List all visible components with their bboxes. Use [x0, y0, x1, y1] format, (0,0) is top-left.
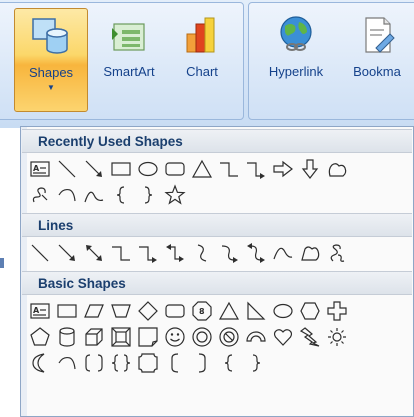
no-symbol-icon[interactable] [217, 325, 241, 349]
hyperlink-button[interactable]: Hyperlink [254, 8, 338, 112]
right-brace-icon[interactable] [136, 183, 160, 207]
curved-double-arrow-connector-icon[interactable] [244, 241, 268, 265]
chart-label: Chart [186, 64, 218, 79]
ribbon: Shapes ▼ SmartArt Chart Hyperlink Bookma [0, 0, 414, 128]
can-icon[interactable] [55, 325, 79, 349]
down-arrow-icon[interactable] [298, 157, 322, 181]
lightning-bolt-icon[interactable] [298, 325, 322, 349]
smartart-icon [112, 23, 145, 51]
triangle-icon[interactable] [217, 299, 241, 323]
shape-row: A [28, 157, 349, 181]
svg-text:8: 8 [199, 307, 205, 316]
freeform-squiggle-icon[interactable] [28, 183, 52, 207]
arrow-line-icon[interactable] [55, 241, 79, 265]
double-arrow-line-icon[interactable] [82, 241, 106, 265]
plaque-icon[interactable] [136, 351, 160, 375]
right-bracket-icon[interactable] [190, 351, 214, 375]
oval-icon[interactable] [271, 299, 295, 323]
right-triangle-icon[interactable] [244, 299, 268, 323]
line-icon[interactable] [28, 241, 52, 265]
left-brace-icon[interactable] [109, 183, 133, 207]
hyperlink-label: Hyperlink [268, 64, 324, 79]
elbow-double-arrow-connector-icon[interactable] [163, 241, 187, 265]
bookmark-button[interactable]: Bookma [340, 8, 414, 112]
freeform-curve-icon[interactable] [82, 183, 106, 207]
trapezoid-icon[interactable] [109, 299, 133, 323]
elbow-connector-icon[interactable] [217, 157, 241, 181]
diamond-icon[interactable] [136, 299, 160, 323]
moon-icon[interactable] [28, 351, 52, 375]
scribble-icon[interactable] [325, 241, 349, 265]
shape-row [28, 241, 349, 265]
shape-row: A8 [28, 299, 349, 323]
shapes-gallery: Recently Used Shapes A Lines Basic Shapes A 8 [20, 126, 414, 417]
rounded-rectangle-icon[interactable] [163, 299, 187, 323]
bevel-icon[interactable] [109, 325, 133, 349]
right-brace-icon[interactable] [244, 351, 268, 375]
left-brace-icon[interactable] [217, 351, 241, 375]
svg-text:A: A [33, 306, 40, 315]
shapes-label: Shapes [28, 65, 74, 80]
section-header: Lines [22, 213, 412, 237]
arrow-line-icon[interactable] [82, 157, 106, 181]
document-edge [0, 128, 20, 417]
hexagon-icon[interactable] [298, 299, 322, 323]
smiley-face-icon[interactable] [163, 325, 187, 349]
elbow-arrow-connector-icon[interactable] [244, 157, 268, 181]
cube-icon[interactable] [82, 325, 106, 349]
pentagon-icon[interactable] [28, 325, 52, 349]
sun-icon[interactable] [325, 325, 349, 349]
elbow-connector-icon[interactable] [109, 241, 133, 265]
star-icon[interactable] [163, 183, 187, 207]
bookmark-icon [365, 17, 395, 53]
bookmark-label: Bookma [353, 64, 401, 79]
arc-icon[interactable] [55, 351, 79, 375]
double-brace-icon[interactable] [109, 351, 133, 375]
oval-icon[interactable] [136, 157, 160, 181]
folded-corner-icon[interactable] [136, 325, 160, 349]
chart-icon [186, 17, 215, 53]
svg-text:A: A [33, 164, 40, 173]
donut-icon[interactable] [190, 325, 214, 349]
rectangle-icon[interactable] [55, 299, 79, 323]
elbow-arrow-connector-icon[interactable] [136, 241, 160, 265]
block-arc-icon[interactable] [244, 325, 268, 349]
cross-icon[interactable] [325, 299, 349, 323]
triangle-icon[interactable] [190, 157, 214, 181]
curved-arrow-connector-icon[interactable] [217, 241, 241, 265]
text-box-icon[interactable]: A [28, 299, 52, 323]
freeform-icon[interactable] [298, 241, 322, 265]
shape-row [28, 183, 187, 207]
double-bracket-icon[interactable] [82, 351, 106, 375]
shapes-button[interactable]: Shapes ▼ [14, 8, 88, 112]
rounded-rectangle-icon[interactable] [163, 157, 187, 181]
shape-row [28, 351, 268, 375]
heart-icon[interactable] [271, 325, 295, 349]
shape-row [28, 325, 349, 349]
smartart-label: SmartArt [103, 64, 155, 79]
smartart-button[interactable]: SmartArt [90, 8, 168, 112]
section-header: Recently Used Shapes [22, 129, 412, 153]
parallelogram-icon[interactable] [82, 299, 106, 323]
arc-icon[interactable] [55, 183, 79, 207]
flowchart-manual-operation-icon[interactable] [325, 157, 349, 181]
curve-icon[interactable] [271, 241, 295, 265]
globe-link-icon [280, 16, 312, 51]
line-icon[interactable] [55, 157, 79, 181]
chart-button[interactable]: Chart [172, 8, 232, 112]
text-box-icon[interactable]: A [28, 157, 52, 181]
chevron-down-icon: ▼ [47, 83, 55, 92]
left-bracket-icon[interactable] [163, 351, 187, 375]
section-header: Basic Shapes [22, 271, 412, 295]
curved-connector-icon[interactable] [190, 241, 214, 265]
right-arrow-icon[interactable] [271, 157, 295, 181]
shapes-icon [32, 18, 68, 54]
octagon-label-icon[interactable]: 8 [190, 299, 214, 323]
rectangle-icon[interactable] [109, 157, 133, 181]
